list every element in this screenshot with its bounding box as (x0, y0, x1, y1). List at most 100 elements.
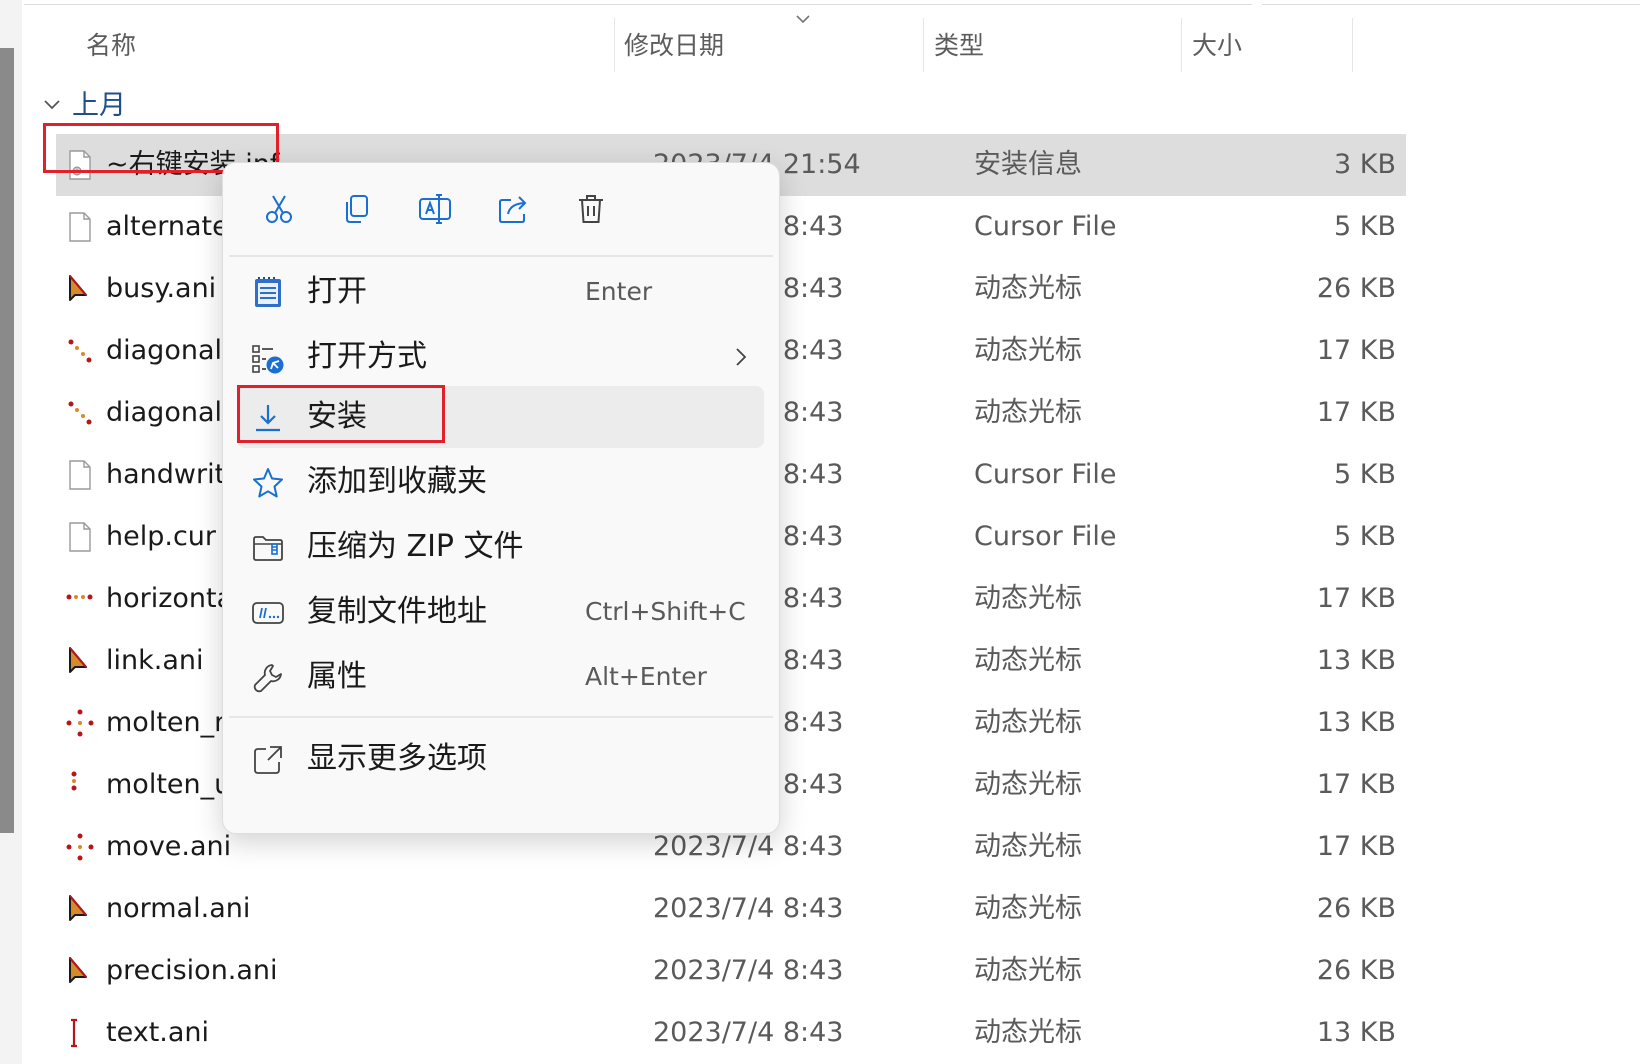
file-type: 动态光标 (974, 645, 1082, 676)
menu-item-label: 压缩为 ZIP 文件 (307, 529, 524, 564)
file-type: 动态光标 (974, 273, 1082, 304)
file-type: 动态光标 (974, 769, 1082, 800)
column-header-name[interactable]: 名称 (86, 22, 606, 70)
file-type: 动态光标 (974, 1017, 1082, 1048)
column-header-name-label: 名称 (86, 31, 137, 60)
notepad-icon (255, 277, 281, 307)
delete-button[interactable] (569, 187, 613, 231)
menu-item-label: 添加到收藏夹 (307, 464, 487, 499)
context-menu: 打开 Enter 打开方式 安装 添加到收藏夹 压缩为 ZIP 文件 复制文件地… (222, 162, 780, 834)
file-date: 2023/7/4 8:43 (653, 955, 844, 986)
horizontal-cursor-icon (64, 583, 96, 615)
file-type: 动态光标 (974, 893, 1082, 924)
text-cursor-icon (64, 1017, 96, 1049)
copy-button[interactable] (335, 187, 379, 231)
toolbar-edge-right (1262, 0, 1640, 5)
menu-item-compress-zip[interactable]: 压缩为 ZIP 文件 (237, 516, 764, 578)
column-header-date[interactable]: 修改日期 (624, 22, 914, 70)
menu-item-open-with[interactable]: 打开方式 (237, 326, 764, 388)
file-row[interactable]: text.ani 2023/7/4 8:43 动态光标 13 KB (56, 1002, 1406, 1064)
menu-item-copy-path[interactable]: 复制文件地址 Ctrl+Shift+C (237, 581, 764, 643)
navigation-scrollbar[interactable] (0, 48, 14, 833)
diagonal-cursor-icon (64, 335, 96, 367)
file-date: 2023/7/4 8:43 (653, 893, 844, 924)
column-separator[interactable] (1352, 18, 1353, 72)
menu-item-open[interactable]: 打开 Enter (237, 261, 764, 323)
context-menu-quick-actions (223, 163, 779, 255)
menu-item-show-more-options[interactable]: 显示更多选项 (237, 728, 764, 790)
file-size: 5 KB (1334, 521, 1396, 552)
arrow-cursor-icon (64, 645, 96, 677)
column-separator[interactable] (923, 18, 924, 72)
menu-item-shortcut: Enter (585, 277, 653, 306)
scissors-icon (266, 195, 292, 223)
cut-button[interactable] (257, 187, 301, 231)
file-name: move.ani (106, 831, 232, 862)
file-name: link.ani (106, 645, 204, 676)
context-menu-divider (229, 255, 773, 257)
rename-icon (419, 194, 451, 224)
share-icon (499, 196, 527, 223)
file-size: 26 KB (1316, 273, 1396, 304)
blank-file-icon (64, 521, 96, 553)
rename-button[interactable] (413, 187, 457, 231)
file-type: Cursor File (974, 521, 1117, 552)
menu-item-label: 复制文件地址 (307, 594, 487, 629)
move-cursor-icon (64, 831, 96, 863)
blank-file-icon (64, 459, 96, 491)
star-icon (253, 468, 283, 498)
column-header-size-label: 大小 (1192, 31, 1243, 60)
file-size: 3 KB (1334, 149, 1396, 180)
toolbar-edge (24, 0, 1252, 5)
column-separator[interactable] (1181, 18, 1182, 72)
column-header-type[interactable]: 类型 (934, 22, 1174, 70)
file-type: 动态光标 (974, 335, 1082, 366)
file-type: 动态光标 (974, 397, 1082, 428)
copy-path-icon (252, 602, 284, 624)
group-header[interactable]: 上月 (72, 86, 126, 126)
wrench-icon (253, 664, 282, 693)
file-size: 17 KB (1316, 335, 1396, 366)
share-button[interactable] (491, 187, 535, 231)
file-date: 2023/7/4 8:43 (653, 1017, 844, 1048)
file-size: 17 KB (1316, 769, 1396, 800)
column-header-type-label: 类型 (934, 31, 985, 60)
diagonal-cursor-icon (64, 397, 96, 429)
file-row[interactable]: precision.ani 2023/7/4 8:43 动态光标 26 KB (56, 940, 1406, 1002)
more-options-icon (254, 746, 282, 774)
file-type: 动态光标 (974, 955, 1082, 986)
file-size: 13 KB (1316, 707, 1396, 738)
column-header-size[interactable]: 大小 (1192, 22, 1352, 70)
menu-item-shortcut: Ctrl+Shift+C (585, 597, 746, 626)
menu-item-shortcut: Alt+Enter (585, 662, 707, 691)
file-size: 13 KB (1316, 1017, 1396, 1048)
vertical-cursor-icon (64, 769, 96, 801)
file-size: 26 KB (1316, 893, 1396, 924)
annotation-highlight-install (237, 385, 445, 443)
file-size: 5 KB (1334, 459, 1396, 490)
file-size: 26 KB (1316, 955, 1396, 986)
menu-item-label: 显示更多选项 (307, 741, 487, 776)
arrow-cursor-icon (64, 273, 96, 305)
column-separator[interactable] (614, 18, 615, 72)
file-name: busy.ani (106, 273, 217, 304)
file-type: 动态光标 (974, 583, 1082, 614)
arrow-cursor-icon (64, 955, 96, 987)
file-type: 动态光标 (974, 707, 1082, 738)
zip-folder-icon (253, 536, 283, 561)
file-name: normal.ani (106, 893, 251, 924)
file-type: 安装信息 (974, 149, 1082, 180)
menu-item-label: 属性 (307, 659, 367, 694)
menu-item-properties[interactable]: 属性 Alt+Enter (237, 646, 764, 708)
file-size: 13 KB (1316, 645, 1396, 676)
copy-icon (346, 195, 368, 223)
open-with-icon (252, 345, 284, 374)
file-row[interactable]: normal.ani 2023/7/4 8:43 动态光标 26 KB (56, 878, 1406, 940)
file-type: 动态光标 (974, 831, 1082, 862)
arrow-cursor-icon (64, 893, 96, 925)
file-name: precision.ani (106, 955, 278, 986)
menu-item-add-to-favorites[interactable]: 添加到收藏夹 (237, 451, 764, 513)
chevron-down-icon[interactable] (42, 94, 62, 114)
trash-icon (579, 195, 603, 223)
file-name: text.ani (106, 1017, 210, 1048)
